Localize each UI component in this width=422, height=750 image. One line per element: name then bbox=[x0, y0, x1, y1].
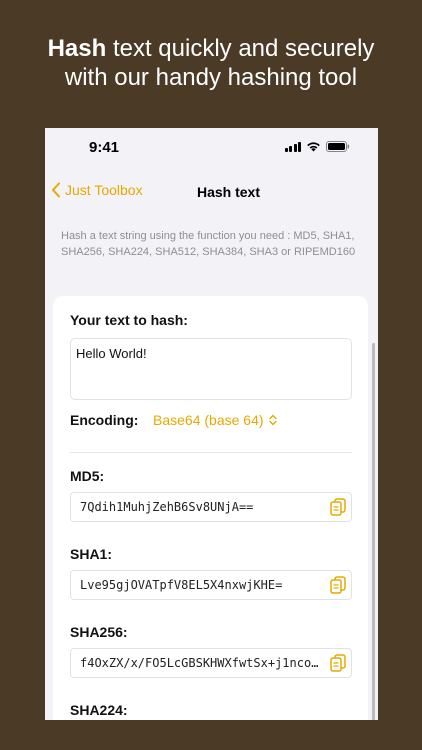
sha256-label: SHA256: bbox=[70, 624, 128, 640]
sha1-label: SHA1: bbox=[70, 546, 113, 562]
promo-headline-line2: with our handy hashing tool bbox=[64, 64, 358, 91]
hash-form-card: Your text to hash: Hello World! Encoding… bbox=[53, 296, 368, 720]
status-time: 9:41 bbox=[89, 139, 120, 156]
scrollbar[interactable] bbox=[372, 343, 375, 720]
chevron-up-down-icon bbox=[268, 414, 277, 426]
sha256-output-field[interactable]: f4OxZX/x/FO5LcGBSKHWXfwtSx+j1ncoSt3SABJt… bbox=[70, 648, 352, 678]
phone-screen: 9:41 Just Toolbox Hash text Hash a text … bbox=[45, 128, 378, 720]
encoding-value: Base64 (base 64) bbox=[153, 412, 264, 428]
promo-headline-rest: text quickly and securely bbox=[106, 35, 375, 62]
input-label: Your text to hash: bbox=[70, 312, 188, 328]
text-to-hash-input[interactable]: Hello World! bbox=[70, 338, 352, 400]
status-icons bbox=[284, 141, 351, 152]
promo-headline-line1: Hash text quickly and securely bbox=[0, 34, 422, 63]
copy-icon[interactable] bbox=[325, 493, 351, 521]
wifi-icon bbox=[307, 142, 320, 152]
sha1-output-field[interactable]: Lve95gjOVATpfV8EL5X4nxwjKHE= bbox=[70, 570, 352, 600]
page-title: Hash text bbox=[196, 184, 261, 200]
battery-icon bbox=[326, 141, 350, 152]
cellular-signal-icon bbox=[284, 141, 301, 152]
sha256-value: f4OxZX/x/FO5LcGBSKHWXfwtSx+j1ncoSt3SABJt… bbox=[80, 656, 325, 670]
description-text: Hash a text string using the function yo… bbox=[61, 230, 356, 258]
copy-icon[interactable] bbox=[325, 571, 351, 599]
sha1-value: Lve95gjOVATpfV8EL5X4nxwjKHE= bbox=[80, 578, 283, 592]
promo-headline-bold: Hash bbox=[47, 35, 107, 62]
copy-icon[interactable] bbox=[325, 649, 351, 677]
navigation-bar: Just Toolbox Hash text bbox=[45, 174, 378, 210]
md5-label: MD5: bbox=[70, 468, 105, 484]
sha224-label: SHA224: bbox=[70, 702, 128, 718]
md5-value: 7Qdih1MuhjZehB6Sv8UNjA== bbox=[80, 500, 254, 514]
divider bbox=[70, 452, 352, 453]
md5-output-field[interactable]: 7Qdih1MuhjZehB6Sv8UNjA== bbox=[70, 492, 352, 522]
encoding-picker[interactable]: Base64 (base 64) bbox=[153, 412, 277, 428]
encoding-label: Encoding: bbox=[70, 412, 139, 428]
status-bar: 9:41 bbox=[45, 128, 378, 166]
promo-headline: Hash text quickly and securely with our … bbox=[0, 34, 422, 92]
